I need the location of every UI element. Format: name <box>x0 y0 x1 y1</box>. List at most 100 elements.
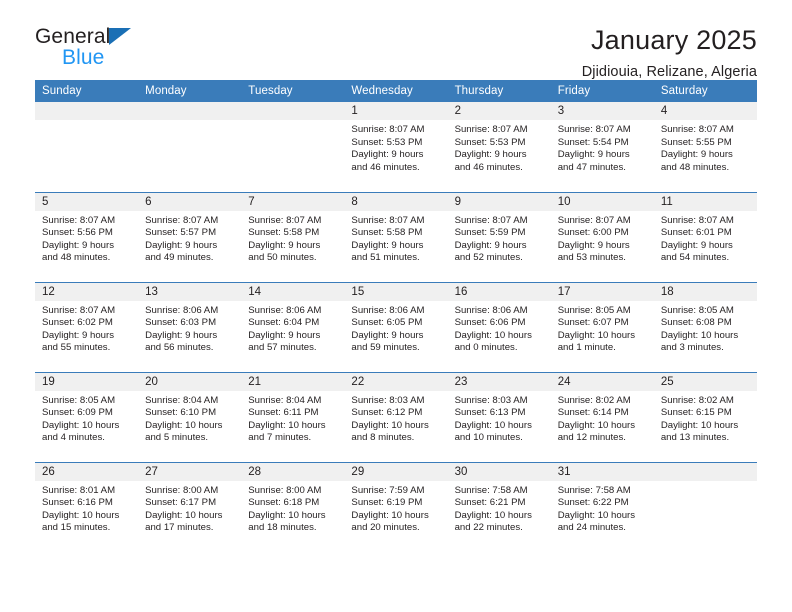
day-cell-inner: 1 Sunrise: 8:07 AM Sunset: 5:53 PM Daylight… <box>344 102 448 192</box>
sunset-time: Sunset: 6:09 PM <box>42 407 113 419</box>
day-details: Sunrise: 8:05 AM Sunset: 6:07 PM Daylight:… <box>551 301 654 355</box>
calendar-day-cell-empty <box>653 461 757 552</box>
sunrise-time: Sunrise: 8:07 AM <box>454 124 528 135</box>
day-number: 15 <box>344 282 448 301</box>
calendar-day-cell[interactable]: 7 Sunrise: 8:07 AM Sunset: 5:58 PM Daylight… <box>241 191 345 282</box>
sunrise-time: Sunrise: 8:05 AM <box>557 304 631 316</box>
calendar-day-cell[interactable]: 23 Sunrise: 8:03 AM Sunset: 6:13 PM Dayligh… <box>447 371 551 462</box>
sunset-time: Sunset: 5:59 PM <box>454 227 526 239</box>
calendar-day-cell[interactable]: 25 Sunrise: 8:02 AM Sunset: 6:15 PM Dayligh… <box>653 371 757 462</box>
day-number: 31 <box>550 462 654 481</box>
day-details: Sunrise: 8:00 AM Sunset: 6:18 PM Daylight:… <box>241 481 344 535</box>
daylight-duration-cont: and 48 minutes. <box>660 161 730 173</box>
day-cell-inner: 14 Sunrise: 8:06 AM Sunset: 6:04 PM Dayligh… <box>241 282 345 372</box>
weekday-header-saturday: Saturday <box>653 80 757 102</box>
calendar-page: General Blue January 2025 Djidiouia, Rel… <box>0 0 792 612</box>
day-cell-inner: 31 Sunrise: 7:58 AM Sunset: 6:22 PM Dayligh… <box>550 462 654 553</box>
calendar-day-cell[interactable]: 26 Sunrise: 8:01 AM Sunset: 6:16 PM Dayligh… <box>35 461 139 553</box>
calendar-day-cell[interactable]: 12 Sunrise: 8:07 AM Sunset: 6:02 PM Dayligh… <box>35 281 139 372</box>
sunrise-time: Sunrise: 8:07 AM <box>248 214 322 226</box>
daylight-duration: Daylight: 10 hours <box>351 509 429 521</box>
daylight-duration-cont: and 46 minutes. <box>454 161 523 173</box>
day-number: 2 <box>447 102 551 120</box>
day-cell-inner: 30 Sunrise: 7:58 AM Sunset: 6:21 PM Dayligh… <box>447 462 551 553</box>
daylight-duration-cont: and 20 minutes. <box>351 522 420 534</box>
sunset-time: Sunset: 6:15 PM <box>660 407 732 419</box>
daylight-duration: Daylight: 9 hours <box>145 239 218 251</box>
sunset-time: Sunset: 6:16 PM <box>42 497 113 509</box>
daylight-duration-cont: and 1 minute. <box>557 342 616 354</box>
calendar-day-cell[interactable]: 16 Sunrise: 8:06 AM Sunset: 6:06 PM Dayligh… <box>447 281 551 372</box>
sunrise-time: Sunrise: 7:59 AM <box>351 484 425 496</box>
day-details <box>654 481 757 485</box>
calendar-day-cell[interactable]: 18 Sunrise: 8:05 AM Sunset: 6:08 PM Dayligh… <box>653 281 757 372</box>
day-number: 7 <box>241 192 345 211</box>
calendar-day-cell[interactable]: 9 Sunrise: 8:07 AM Sunset: 5:59 PM Daylight… <box>447 191 551 282</box>
calendar-day-cell[interactable]: 14 Sunrise: 8:06 AM Sunset: 6:04 PM Dayligh… <box>241 281 345 372</box>
calendar-day-cell[interactable]: 6 Sunrise: 8:07 AM Sunset: 5:57 PM Daylight… <box>138 191 242 282</box>
calendar-day-cell[interactable]: 4 Sunrise: 8:07 AM Sunset: 5:55 PM Daylight… <box>653 102 757 192</box>
sunrise-time: Sunrise: 8:00 AM <box>248 484 322 496</box>
daylight-duration-cont: and 47 minutes. <box>557 161 626 173</box>
day-cell-inner: 7 Sunrise: 8:07 AM Sunset: 5:58 PM Daylight… <box>241 192 345 282</box>
day-cell-inner: 6 Sunrise: 8:07 AM Sunset: 5:57 PM Daylight… <box>138 192 242 282</box>
calendar-day-cell[interactable]: 28 Sunrise: 8:00 AM Sunset: 6:18 PM Dayligh… <box>241 461 345 552</box>
sunset-time: Sunset: 6:21 PM <box>454 497 526 509</box>
sunrise-time: Sunrise: 8:06 AM <box>248 304 322 316</box>
day-details: Sunrise: 8:02 AM Sunset: 6:14 PM Daylight:… <box>551 391 654 445</box>
day-cell-inner: 26 Sunrise: 8:01 AM Sunset: 6:16 PM Dayligh… <box>35 462 139 553</box>
daylight-duration: Daylight: 9 hours <box>248 329 321 341</box>
day-cell-inner: 2 Sunrise: 8:07 AM Sunset: 5:53 PM Daylight… <box>447 102 551 192</box>
calendar-day-cell[interactable]: 22 Sunrise: 8:03 AM Sunset: 6:12 PM Dayligh… <box>344 371 448 462</box>
calendar-day-cell[interactable]: 2 Sunrise: 8:07 AM Sunset: 5:53 PM Daylight… <box>447 102 551 192</box>
day-number: 9 <box>447 192 551 211</box>
calendar-day-cell[interactable]: 20 Sunrise: 8:04 AM Sunset: 6:10 PM Dayligh… <box>138 371 242 462</box>
generalblue-logo[interactable]: General Blue <box>35 26 255 76</box>
day-cell-inner: 12 Sunrise: 8:07 AM Sunset: 6:02 PM Dayligh… <box>35 282 139 372</box>
day-details: Sunrise: 8:06 AM Sunset: 6:04 PM Daylight:… <box>241 301 344 355</box>
daylight-duration-cont: and 7 minutes. <box>248 432 312 444</box>
daylight-duration-cont: and 17 minutes. <box>145 522 214 534</box>
calendar-week-row: 5 Sunrise: 8:07 AM Sunset: 5:56 PM Daylight… <box>35 191 757 282</box>
day-cell-inner: 9 Sunrise: 8:07 AM Sunset: 5:59 PM Daylight… <box>447 192 551 282</box>
calendar-day-cell[interactable]: 15 Sunrise: 8:06 AM Sunset: 6:05 PM Dayligh… <box>344 281 448 372</box>
calendar-day-cell[interactable]: 30 Sunrise: 7:58 AM Sunset: 6:21 PM Dayligh… <box>447 461 551 553</box>
day-details: Sunrise: 8:07 AM Sunset: 5:56 PM Daylight:… <box>35 211 138 265</box>
calendar-day-cell[interactable]: 24 Sunrise: 8:02 AM Sunset: 6:14 PM Dayligh… <box>550 371 654 462</box>
day-cell-inner: 15 Sunrise: 8:06 AM Sunset: 6:05 PM Dayligh… <box>344 282 448 372</box>
calendar-day-cell[interactable]: 31 Sunrise: 7:58 AM Sunset: 6:22 PM Dayligh… <box>550 461 654 553</box>
calendar-table: Sunday Monday Tuesday Wednesday Thursday Frid… <box>35 80 757 552</box>
calendar-day-cell[interactable]: 11 Sunrise: 8:07 AM Sunset: 6:01 PM Dayligh… <box>653 191 757 282</box>
day-details: Sunrise: 8:07 AM Sunset: 5:58 PM Daylight:… <box>241 211 344 265</box>
sunset-time: Sunset: 6:07 PM <box>557 317 629 329</box>
daylight-duration-cont: and 18 minutes. <box>248 522 317 534</box>
day-number: 30 <box>447 462 551 481</box>
weekday-header-row: Sunday Monday Tuesday Wednesday Thursday Frid… <box>35 80 757 102</box>
daylight-duration: Daylight: 9 hours <box>660 149 733 161</box>
day-details: Sunrise: 8:07 AM Sunset: 6:02 PM Daylight:… <box>35 301 138 355</box>
day-details: Sunrise: 7:58 AM Sunset: 6:22 PM Daylight:… <box>551 481 654 535</box>
calendar-day-cell[interactable]: 3 Sunrise: 8:07 AM Sunset: 5:54 PM Daylight… <box>550 102 654 192</box>
day-cell-inner: 10 Sunrise: 8:07 AM Sunset: 6:00 PM Dayligh… <box>550 192 654 282</box>
calendar-day-cell[interactable]: 10 Sunrise: 8:07 AM Sunset: 6:00 PM Dayligh… <box>550 191 654 282</box>
calendar-day-cell[interactable]: 27 Sunrise: 8:00 AM Sunset: 6:17 PM Dayligh… <box>138 461 242 552</box>
calendar-day-cell[interactable]: 8 Sunrise: 8:07 AM Sunset: 5:58 PM Daylight… <box>344 191 448 282</box>
day-cell-inner: 11 Sunrise: 8:07 AM Sunset: 6:01 PM Dayligh… <box>653 192 757 282</box>
day-cell-inner: 24 Sunrise: 8:02 AM Sunset: 6:14 PM Dayligh… <box>550 372 654 462</box>
daylight-duration-cont: and 50 minutes. <box>248 252 317 264</box>
calendar-day-cell[interactable]: 13 Sunrise: 8:06 AM Sunset: 6:03 PM Dayligh… <box>138 281 242 372</box>
day-details: Sunrise: 8:07 AM Sunset: 6:01 PM Daylight:… <box>654 211 757 265</box>
sunrise-time: Sunrise: 8:06 AM <box>351 304 425 316</box>
day-number: 28 <box>241 462 345 481</box>
sunset-time: Sunset: 5:53 PM <box>351 136 423 148</box>
daylight-duration-cont: and 22 minutes. <box>454 522 523 534</box>
day-number: 12 <box>35 282 139 301</box>
calendar-day-cell[interactable]: 29 Sunrise: 7:59 AM Sunset: 6:19 PM Dayligh… <box>344 461 448 552</box>
sunrise-time: Sunrise: 7:58 AM <box>454 484 528 496</box>
calendar-day-cell[interactable]: 17 Sunrise: 8:05 AM Sunset: 6:07 PM Dayligh… <box>550 281 654 372</box>
calendar-day-cell[interactable]: 21 Sunrise: 8:04 AM Sunset: 6:11 PM Dayligh… <box>241 371 345 462</box>
calendar-day-cell[interactable]: 1 Sunrise: 8:07 AM Sunset: 5:53 PM Daylight… <box>344 102 448 192</box>
calendar-day-cell[interactable]: 5 Sunrise: 8:07 AM Sunset: 5:56 PM Daylight… <box>35 191 139 282</box>
calendar-day-cell[interactable]: 19 Sunrise: 8:05 AM Sunset: 6:09 PM Dayligh… <box>35 371 139 462</box>
day-details: Sunrise: 8:05 AM Sunset: 6:09 PM Daylight:… <box>35 391 138 445</box>
